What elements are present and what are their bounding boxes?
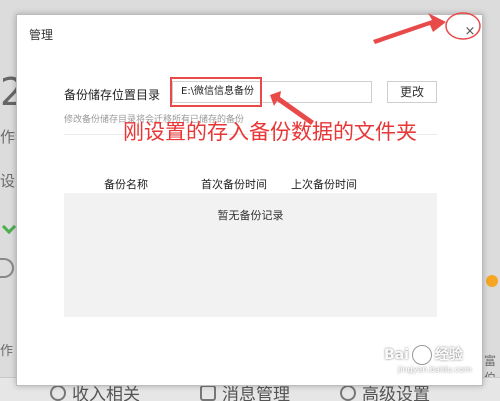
- message-icon: [200, 384, 216, 401]
- watermark-suffix: 经验: [434, 347, 463, 363]
- storage-location-label: 备份储存位置目录: [64, 88, 161, 102]
- background-green-check-icon: [1, 219, 17, 235]
- dialog-title: 管理: [29, 28, 54, 42]
- column-header-first-backup-time: 首次备份时间: [201, 178, 267, 191]
- background-orange-dot-icon: [486, 275, 498, 287]
- background-text-settings: 设: [0, 172, 16, 190]
- empty-list-text: 暂无备份记录: [217, 209, 284, 222]
- manage-dialog: 管理 × 备份储存位置目录 E:\微信信息备份 更改 修改备份储存目录将会迁移所…: [16, 14, 483, 386]
- background-circle-icon: [0, 258, 14, 278]
- watermark-brand: Bai: [384, 347, 409, 363]
- highlight-box: [170, 77, 262, 107]
- close-button[interactable]: ×: [461, 23, 479, 41]
- column-header-backup-name: 备份名称: [104, 178, 148, 191]
- baidu-paw-icon: [411, 345, 432, 365]
- background-text-work: 作: [0, 344, 14, 359]
- annotation-text: 刚设置的存入备份数据的文件夹: [123, 120, 417, 144]
- change-button[interactable]: 更改: [387, 81, 437, 103]
- backup-list: 暂无备份记录: [64, 193, 437, 317]
- gear-icon: [340, 384, 356, 401]
- column-header-last-backup-time: 上次备份时间: [291, 178, 357, 191]
- watermark-domain: jingyan.baidu.com: [398, 365, 472, 374]
- baidu-watermark: Bai 经验 jingyan.baidu.com: [384, 344, 472, 374]
- income-icon: [50, 384, 66, 401]
